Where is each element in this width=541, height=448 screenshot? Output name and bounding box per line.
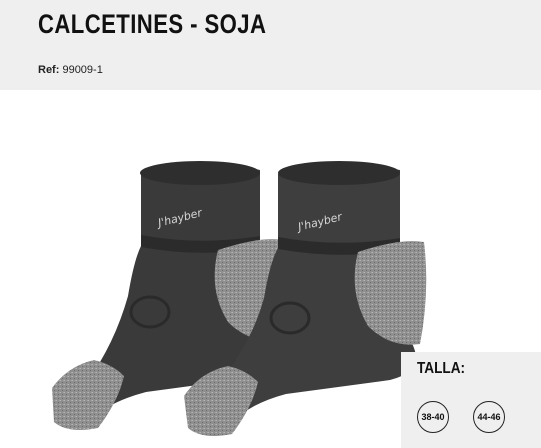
product-title: CALCETINES - SOJA xyxy=(38,9,267,39)
ref-label: Ref: xyxy=(38,64,60,76)
ref-value: 99009-1 xyxy=(62,64,103,76)
size-selector-panel: TALLA: 38-40 44-46 xyxy=(401,352,541,448)
size-heading: TALLA: xyxy=(417,360,466,377)
product-header: CALCETINES - SOJA Ref: 99009-1 xyxy=(0,0,541,90)
product-reference: Ref: 99009-1 xyxy=(38,64,103,76)
size-option-44-46[interactable]: 44-46 xyxy=(473,401,505,433)
size-option-38-40[interactable]: 38-40 xyxy=(417,401,449,433)
product-image-socks: J'hayber J'hayber xyxy=(52,161,427,436)
